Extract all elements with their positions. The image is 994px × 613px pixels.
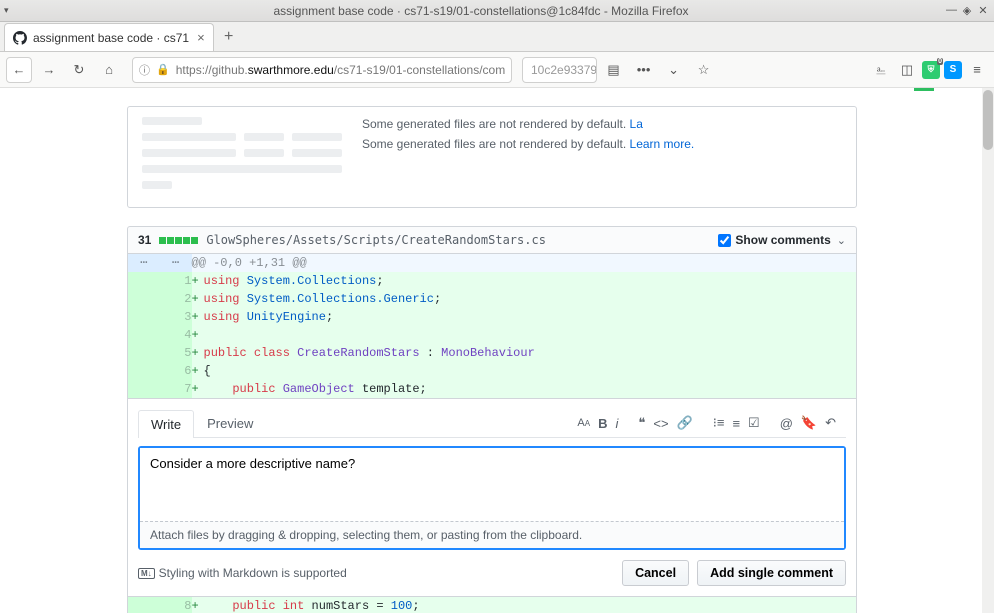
bookmark-star-icon[interactable]: ☆ — [691, 57, 717, 83]
brand-accent — [914, 88, 934, 91]
site-identity-icon[interactable]: ⓘ — [139, 62, 150, 78]
lock-icon: 🔒 — [156, 63, 170, 76]
skeleton-placeholder — [142, 117, 342, 197]
tab-title: assignment base code · cs71 — [33, 31, 189, 45]
window-titlebar: ▾ assignment base code · cs71-s19/01-con… — [0, 0, 994, 22]
italic-icon[interactable]: i — [615, 416, 618, 431]
cancel-button[interactable]: Cancel — [622, 560, 689, 586]
chevron-down-icon[interactable]: ⌄ — [837, 234, 846, 247]
page-actions-icon[interactable]: ••• — [631, 57, 657, 83]
diff-line[interactable]: 3+using UnityEngine; — [128, 308, 857, 326]
show-comments-label: Show comments — [735, 233, 830, 247]
generated-files-notice: Some generated files are not rendered by… — [362, 137, 630, 151]
diffstat-icon — [159, 237, 198, 244]
hamburger-menu-icon[interactable]: ≡ — [966, 57, 988, 83]
close-window-button[interactable]: ✕ — [978, 4, 988, 17]
diff-line[interactable]: 1+using System.Collections; — [128, 272, 857, 290]
sidebar-icon[interactable]: ◫ — [896, 57, 918, 83]
mention-icon[interactable]: @ — [780, 416, 793, 431]
code-icon[interactable]: <> — [653, 416, 668, 431]
minimize-button[interactable]: — — [946, 4, 956, 17]
diff-file-header: 31 GlowSpheres/Assets/Scripts/CreateRand… — [127, 226, 857, 254]
diff-summary-box: Some generated files are not rendered by… — [127, 106, 857, 208]
show-comments-checkbox[interactable] — [718, 234, 731, 247]
forward-button[interactable]: → — [36, 57, 62, 83]
quote-icon[interactable]: ❝ — [638, 415, 645, 431]
reply-icon[interactable]: ↶ — [825, 415, 836, 431]
search-hint-text: 10c2e93379a0de5 — [531, 63, 597, 77]
ublock-icon[interactable]: ⛨0 — [922, 61, 940, 79]
github-favicon-icon — [13, 31, 27, 45]
markdown-icon: M↓ — [138, 568, 155, 579]
diff-line[interactable]: 2+using System.Collections.Generic; — [128, 290, 857, 308]
new-tab-button[interactable]: + — [214, 23, 244, 51]
skype-icon[interactable]: S — [944, 61, 962, 79]
diff-table: ⋯⋯ @@ -0,0 +1,31 @@ 1+using System.Colle… — [127, 254, 857, 399]
library-icon[interactable]: ⎁ — [870, 57, 892, 83]
diff-line[interactable]: 4+ — [128, 326, 857, 344]
window-title: assignment base code · cs71-s19/01-const… — [16, 4, 946, 18]
diff-line[interactable]: 8+ public int numStars = 100; — [128, 597, 857, 613]
file-path[interactable]: GlowSpheres/Assets/Scripts/CreateRandomS… — [206, 233, 546, 247]
reload-button[interactable]: ↻ — [66, 57, 92, 83]
attach-hint[interactable]: Attach files by dragging & dropping, sel… — [140, 521, 844, 548]
link-icon[interactable]: 🔗 — [677, 415, 693, 431]
heading-icon[interactable]: AA — [577, 417, 590, 429]
diff-line[interactable]: 7+ public GameObject template; — [128, 380, 857, 399]
markdown-hint: Styling with Markdown is supported — [159, 566, 347, 580]
reader-mode-icon[interactable]: ▤ — [601, 57, 627, 83]
home-button[interactable]: ⌂ — [96, 57, 122, 83]
number-list-icon[interactable]: ≡ — [732, 416, 740, 431]
titlebar-menu-icon[interactable]: ▾ — [0, 5, 16, 16]
browser-tab-active[interactable]: assignment base code · cs71 × — [4, 23, 214, 51]
hunk-info: @@ -0,0 +1,31 @@ — [192, 254, 857, 272]
page-viewport: Some generated files are not rendered by… — [0, 88, 994, 613]
comment-textarea[interactable]: Consider a more descriptive name? — [140, 448, 844, 518]
diff-table-continued: 8+ public int numStars = 100; 9+ 10+ // … — [127, 597, 857, 613]
inline-comment-editor: Write Preview AA B i ❝ <> 🔗 ⁝≡ — [127, 399, 857, 597]
pocket-icon[interactable]: ⌄ — [661, 57, 687, 83]
bold-icon[interactable]: B — [598, 416, 607, 431]
tab-strip: assignment base code · cs71 × + — [0, 22, 994, 52]
url-text: https://github.swarthmore.edu/cs71-s19/0… — [176, 63, 505, 77]
add-single-comment-button[interactable]: Add single comment — [697, 560, 846, 586]
scrollbar-thumb[interactable] — [983, 90, 993, 150]
markdown-toolbar: AA B i ❝ <> 🔗 ⁝≡ ≡ ☑ @ — [573, 415, 846, 431]
preview-tab[interactable]: Preview — [194, 409, 266, 437]
generated-files-notice: Some generated files are not rendered by… — [362, 117, 630, 131]
learn-more-link[interactable]: Learn more. — [630, 137, 695, 151]
learn-more-link[interactable]: La — [630, 117, 643, 131]
diff-line[interactable]: 6+{ — [128, 362, 857, 380]
write-tab[interactable]: Write — [138, 410, 194, 438]
diff-line[interactable]: 5+public class CreateRandomStars : MonoB… — [128, 344, 857, 362]
task-list-icon[interactable]: ☑ — [748, 415, 760, 431]
scrollbar[interactable] — [982, 88, 994, 613]
url-bar[interactable]: ⓘ 🔒 https://github.swarthmore.edu/cs71-s… — [132, 57, 512, 83]
back-button[interactable]: ← — [6, 57, 32, 83]
saved-reply-icon[interactable]: 🔖 — [801, 415, 817, 431]
close-tab-icon[interactable]: × — [195, 30, 207, 45]
hunk-header-row: ⋯⋯ @@ -0,0 +1,31 @@ — [128, 254, 857, 272]
navigation-toolbar: ← → ↻ ⌂ ⓘ 🔒 https://github.swarthmore.ed… — [0, 52, 994, 88]
search-bar[interactable]: 10c2e93379a0de5 — [522, 57, 597, 83]
show-comments-toggle[interactable]: Show comments — [718, 233, 830, 247]
diff-line-count: 31 — [138, 233, 151, 247]
maximize-button[interactable]: ◈ — [962, 4, 972, 17]
bullet-list-icon[interactable]: ⁝≡ — [713, 415, 725, 431]
